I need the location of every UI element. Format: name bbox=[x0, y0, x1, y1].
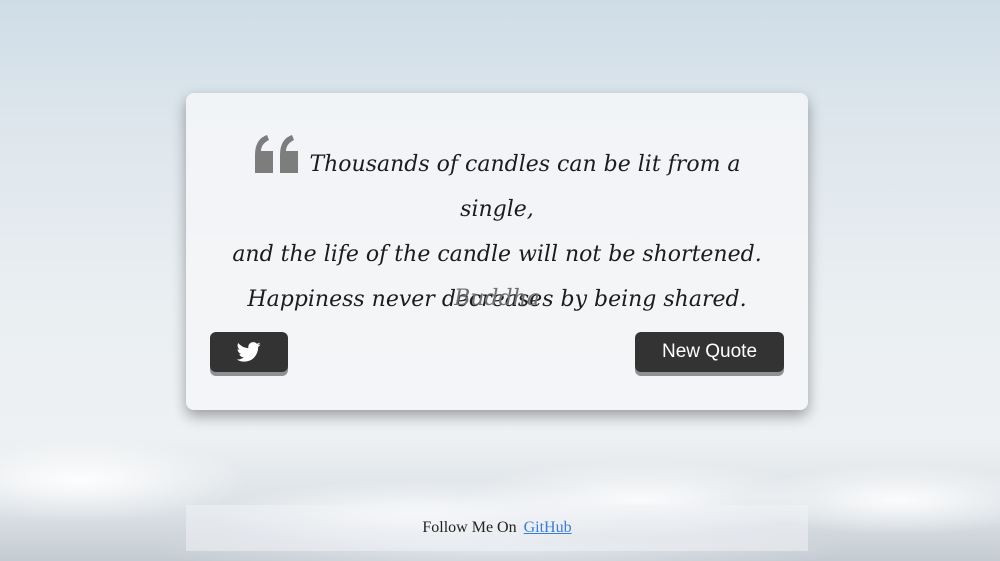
footer: Follow Me On GitHub bbox=[186, 505, 808, 551]
quote-author: Buddha bbox=[454, 286, 540, 311]
new-quote-button[interactable]: New Quote bbox=[635, 332, 784, 372]
quote-line-2: and the life of the candle will not be s… bbox=[232, 242, 762, 267]
tweet-quote-button[interactable] bbox=[210, 332, 288, 372]
twitter-icon bbox=[237, 342, 261, 362]
quote-box: Thousands of candles can be lit from a s… bbox=[186, 93, 808, 410]
quote-line-1: Thousands of candles can be lit from a s… bbox=[309, 152, 741, 222]
quote-left-icon bbox=[255, 135, 299, 173]
footer-text: Follow Me On bbox=[422, 519, 517, 536]
github-link[interactable]: GitHub bbox=[524, 519, 572, 537]
